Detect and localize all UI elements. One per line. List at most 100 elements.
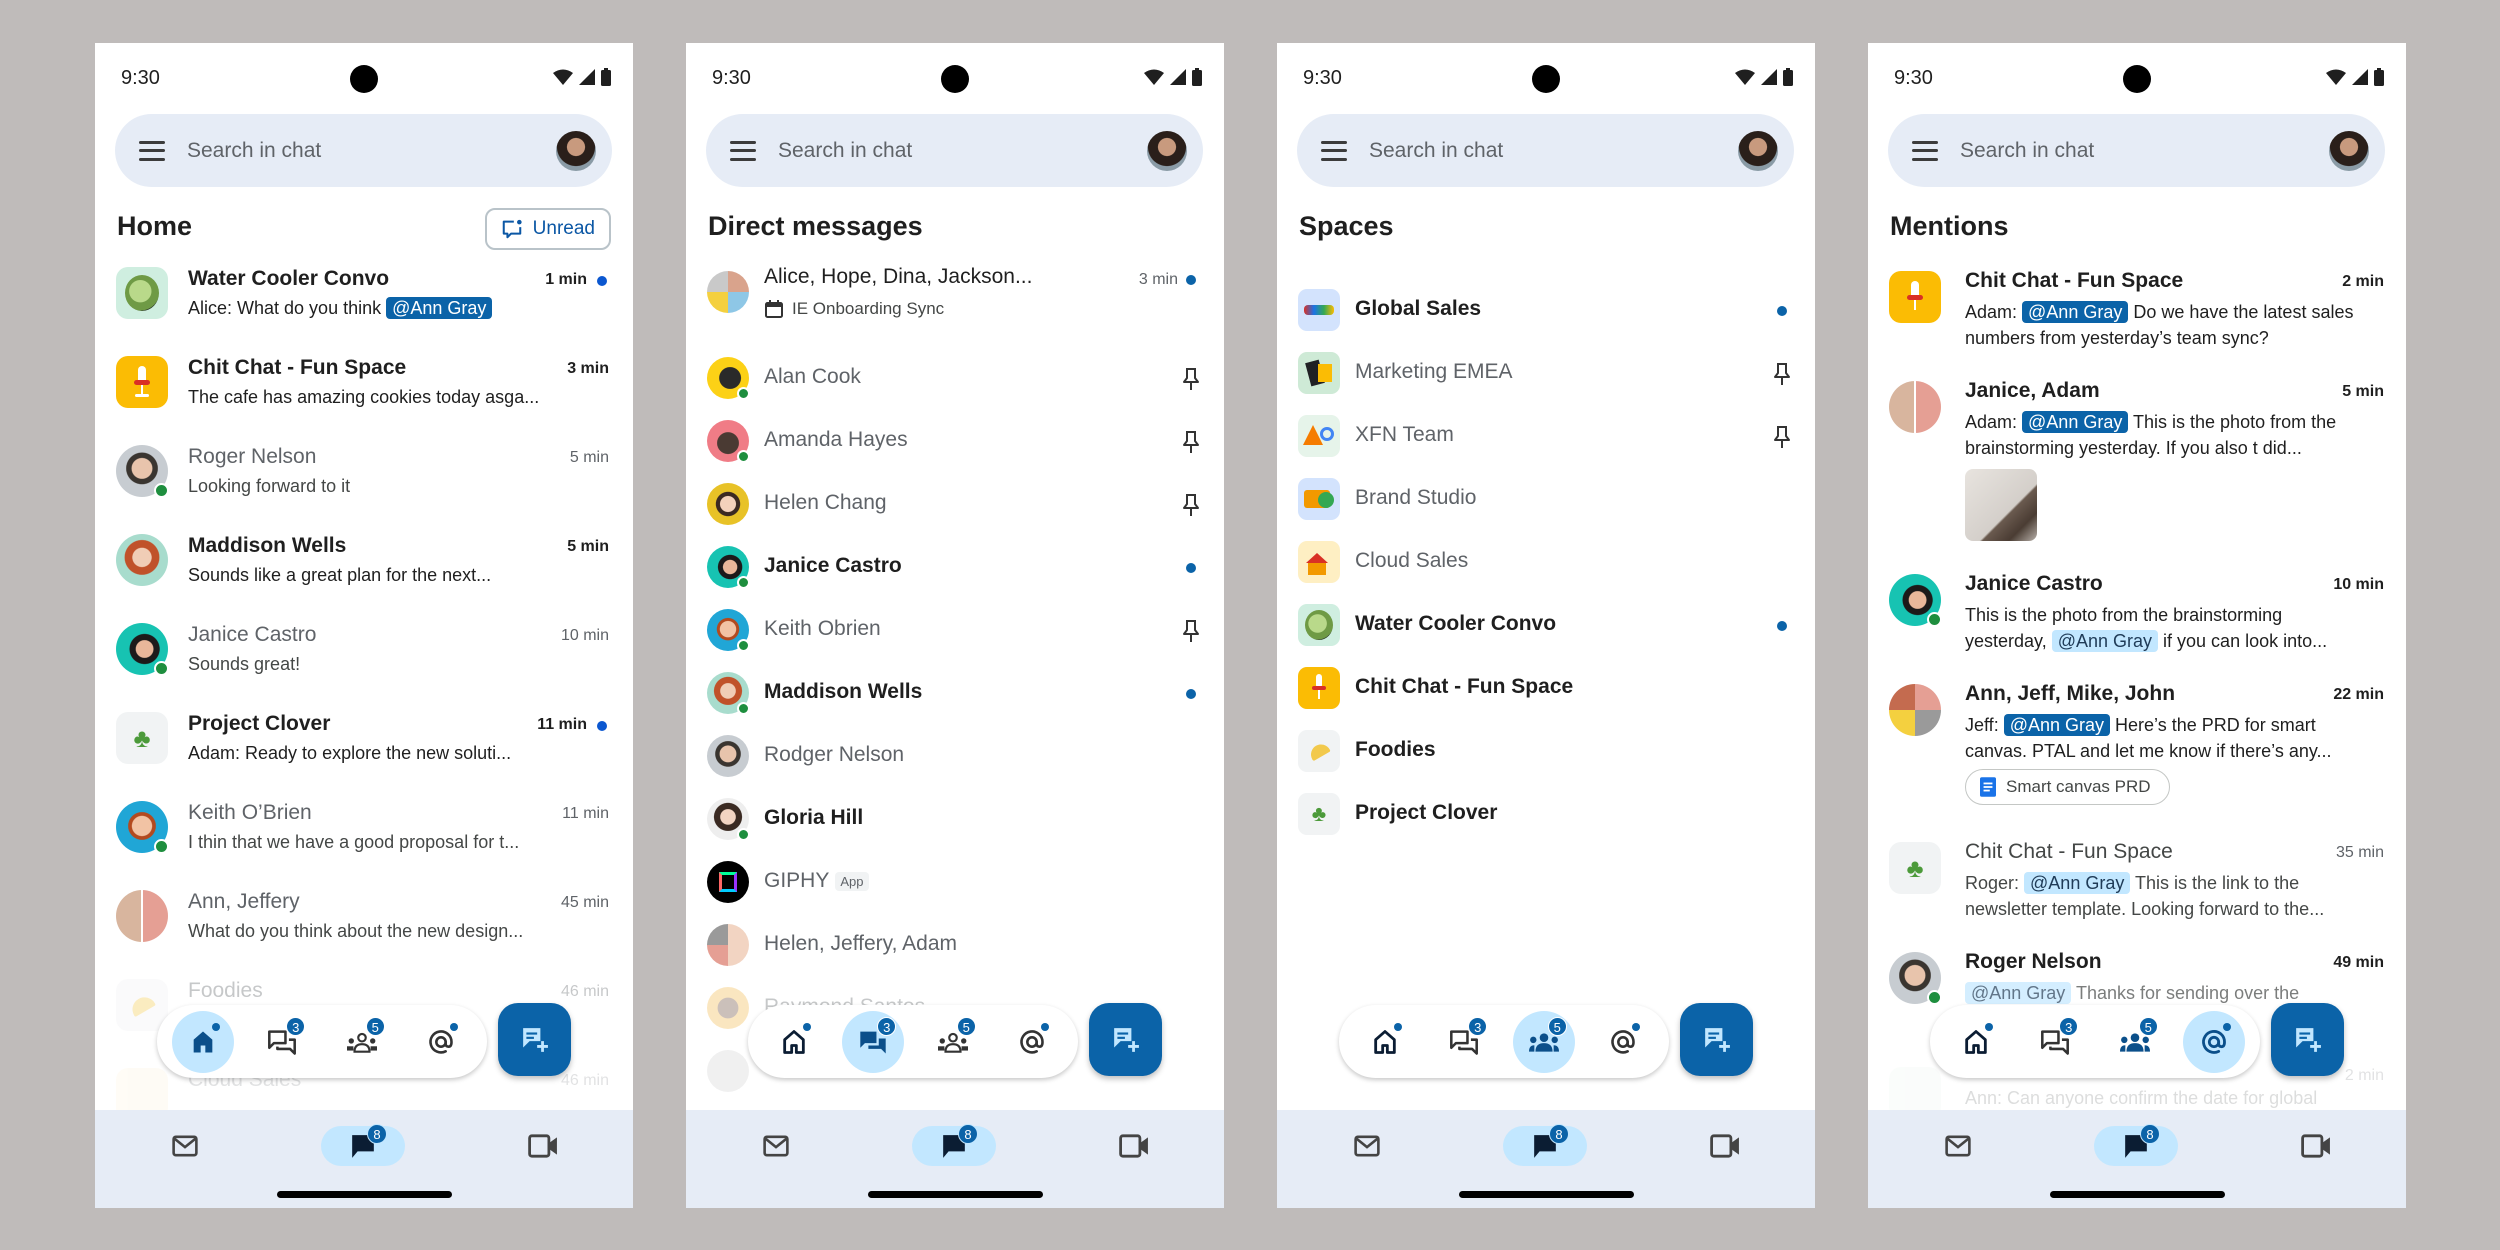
tab-chat[interactable]: 8 bbox=[2094, 1124, 2178, 1166]
dm-item[interactable]: Amanda Hayes bbox=[686, 416, 1224, 479]
dm-item[interactable]: Maddison Wells bbox=[686, 668, 1224, 731]
nav-spaces[interactable]: 5 bbox=[922, 1011, 984, 1073]
tab-meet[interactable] bbox=[1114, 1126, 1154, 1166]
conversation-item[interactable]: Maddison Wells Sounds like a great plan … bbox=[95, 530, 633, 619]
mention-item[interactable]: Chit Chat - Fun Space 2 min Adam: @Ann G… bbox=[1868, 267, 2406, 367]
mention-item[interactable]: ♣ Chit Chat - Fun Space 35 min Roger: @A… bbox=[1868, 838, 2406, 938]
unread-filter-button[interactable]: Unread bbox=[484, 208, 611, 250]
space-item[interactable]: Brand Studio bbox=[1277, 474, 1815, 537]
nav-home[interactable] bbox=[1945, 1011, 2007, 1073]
search-input[interactable] bbox=[1960, 138, 2300, 163]
home-indicator[interactable] bbox=[277, 1191, 452, 1198]
mention-item[interactable]: Roger Nelson 49 min @Ann Gray Thanks for… bbox=[1868, 948, 2406, 1008]
nav-spaces[interactable]: 5 bbox=[331, 1011, 393, 1073]
new-chat-button[interactable] bbox=[2271, 1003, 2344, 1076]
tab-meet[interactable] bbox=[2296, 1126, 2336, 1166]
menu-icon[interactable] bbox=[1912, 140, 1938, 161]
pin-icon[interactable] bbox=[1182, 367, 1200, 391]
search-input[interactable] bbox=[778, 138, 1118, 163]
nav-spaces[interactable]: 5 bbox=[2104, 1011, 2166, 1073]
photo-attachment[interactable] bbox=[1965, 469, 2037, 541]
search-bar[interactable] bbox=[706, 114, 1203, 187]
account-avatar[interactable] bbox=[2329, 131, 2369, 171]
conversation-item[interactable]: Roger Nelson Looking forward to it 5 min bbox=[95, 441, 633, 530]
dm-item[interactable]: Gloria Hill bbox=[686, 794, 1224, 857]
dm-item[interactable]: Janice Castro bbox=[686, 542, 1224, 605]
nav-home[interactable] bbox=[171, 1010, 234, 1073]
conversation-item[interactable]: Keith O’Brien I thin that we have a good… bbox=[95, 797, 633, 886]
new-chat-button[interactable] bbox=[498, 1003, 571, 1076]
nav-direct-messages[interactable]: 3 bbox=[251, 1011, 313, 1073]
dm-item[interactable]: GIPHY App bbox=[686, 857, 1224, 920]
pin-icon[interactable] bbox=[1182, 493, 1200, 517]
space-item[interactable]: Chit Chat - Fun Space bbox=[1277, 663, 1815, 726]
nav-mentions[interactable] bbox=[410, 1011, 472, 1073]
space-item[interactable]: Water Cooler Convo bbox=[1277, 600, 1815, 663]
account-avatar[interactable] bbox=[556, 131, 596, 171]
floating-nav: 3 5 bbox=[1930, 1005, 2260, 1078]
mention-item[interactable]: Janice Castro 10 min This is the photo f… bbox=[1868, 570, 2406, 670]
nav-direct-messages[interactable]: 3 bbox=[842, 1010, 905, 1073]
conversation-item[interactable]: Ann, Jeffery What do you think about the… bbox=[95, 886, 633, 975]
search-input[interactable] bbox=[187, 138, 527, 163]
search-bar[interactable] bbox=[115, 114, 612, 187]
new-chat-button[interactable] bbox=[1089, 1003, 1162, 1076]
mention-item[interactable]: Janice, Adam 5 min Adam: @Ann Gray This … bbox=[1868, 377, 2406, 557]
search-bar[interactable] bbox=[1297, 114, 1794, 187]
dm-item[interactable]: Helen, Jeffery, Adam bbox=[686, 920, 1224, 983]
home-indicator[interactable] bbox=[2050, 1191, 2225, 1198]
menu-icon[interactable] bbox=[139, 140, 165, 161]
new-chat-button[interactable] bbox=[1680, 1003, 1753, 1076]
dm-item[interactable]: Rodger Nelson bbox=[686, 731, 1224, 794]
pin-icon[interactable] bbox=[1182, 430, 1200, 454]
video-icon bbox=[2301, 1134, 2331, 1158]
nav-mentions[interactable] bbox=[1592, 1011, 1654, 1073]
space-item[interactable]: XFN Team bbox=[1277, 411, 1815, 474]
home-indicator[interactable] bbox=[1459, 1191, 1634, 1198]
mention-body: Ann: Can anyone confirm the date for glo… bbox=[1965, 1088, 2318, 1108]
account-avatar[interactable] bbox=[1147, 131, 1187, 171]
nav-home[interactable] bbox=[763, 1011, 825, 1073]
dm-item[interactable]: Alan Cook bbox=[686, 353, 1224, 416]
menu-icon[interactable] bbox=[1321, 140, 1347, 161]
tab-meet[interactable] bbox=[523, 1126, 563, 1166]
pin-icon[interactable] bbox=[1773, 362, 1791, 386]
space-item[interactable]: Cloud Sales bbox=[1277, 537, 1815, 600]
mention-item[interactable]: Ann, Jeff, Mike, John 22 min Jeff: @Ann … bbox=[1868, 680, 2406, 830]
doc-attachment-chip[interactable]: Smart canvas PRD bbox=[1965, 769, 2170, 805]
space-item[interactable]: Marketing EMEA bbox=[1277, 348, 1815, 411]
nav-mentions[interactable] bbox=[2183, 1010, 2246, 1073]
mentions-icon bbox=[1609, 1028, 1637, 1056]
conversation-item[interactable]: Water Cooler Convo Alice: What do you th… bbox=[95, 263, 633, 352]
pin-icon[interactable] bbox=[1773, 425, 1791, 449]
nav-home[interactable] bbox=[1354, 1011, 1416, 1073]
space-item[interactable]: Global Sales bbox=[1277, 285, 1815, 348]
conversation-item[interactable]: ♣ Project Clover Adam: Ready to explore … bbox=[95, 708, 633, 797]
space-avatar-cloud-sales bbox=[1298, 541, 1340, 583]
tab-mail[interactable] bbox=[756, 1126, 796, 1166]
search-input[interactable] bbox=[1369, 138, 1709, 163]
nav-spaces[interactable]: 5 bbox=[1512, 1010, 1575, 1073]
tab-chat[interactable]: 8 bbox=[321, 1124, 405, 1166]
nav-mentions[interactable] bbox=[1001, 1011, 1063, 1073]
menu-icon[interactable] bbox=[730, 140, 756, 161]
pin-icon[interactable] bbox=[1182, 619, 1200, 643]
tab-chat[interactable]: 8 bbox=[912, 1124, 996, 1166]
tab-meet[interactable] bbox=[1705, 1126, 1745, 1166]
tab-mail[interactable] bbox=[165, 1126, 205, 1166]
dm-group-item[interactable]: Alice, Hope, Dina, Jackson... IE Onboard… bbox=[686, 263, 1224, 353]
dm-item[interactable]: Keith Obrien bbox=[686, 605, 1224, 668]
account-avatar[interactable] bbox=[1738, 131, 1778, 171]
tab-chat[interactable]: 8 bbox=[1503, 1124, 1587, 1166]
nav-direct-messages[interactable]: 3 bbox=[2024, 1011, 2086, 1073]
space-item[interactable]: Foodies bbox=[1277, 726, 1815, 789]
home-indicator[interactable] bbox=[868, 1191, 1043, 1198]
tab-mail[interactable] bbox=[1347, 1126, 1387, 1166]
dm-item[interactable]: Helen Chang bbox=[686, 479, 1224, 542]
tab-mail[interactable] bbox=[1938, 1126, 1978, 1166]
nav-direct-messages[interactable]: 3 bbox=[1433, 1011, 1495, 1073]
search-bar[interactable] bbox=[1888, 114, 2385, 187]
conversation-item[interactable]: Janice Castro Sounds great! 10 min bbox=[95, 619, 633, 708]
conversation-item[interactable]: Chit Chat - Fun Space The cafe has amazi… bbox=[95, 352, 633, 441]
space-item[interactable]: ♣ Project Clover bbox=[1277, 789, 1815, 852]
